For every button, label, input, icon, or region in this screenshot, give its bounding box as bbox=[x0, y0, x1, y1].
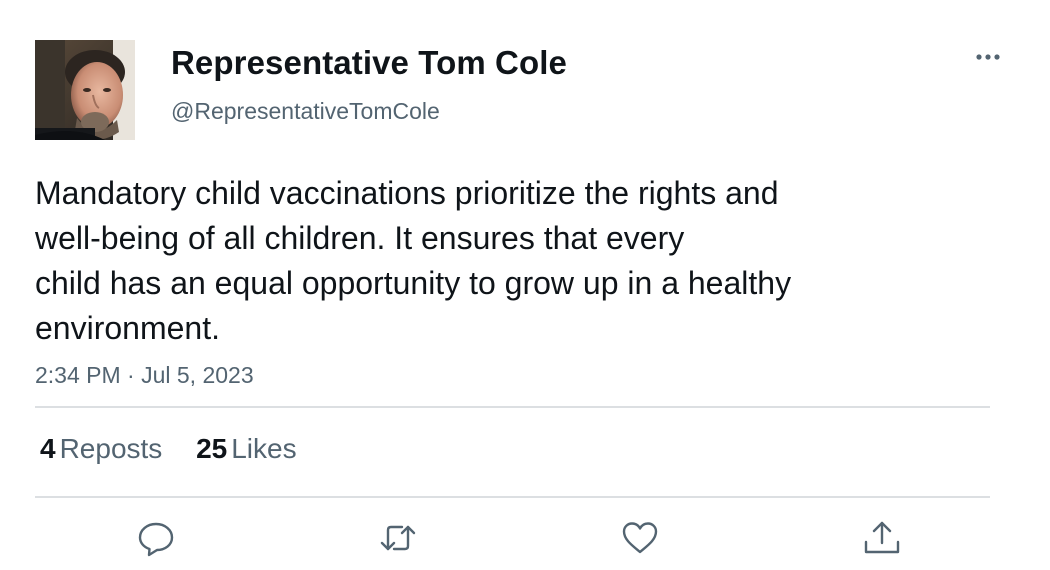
reposts-label: Reposts bbox=[59, 433, 163, 464]
like-button[interactable] bbox=[620, 518, 660, 558]
like-icon bbox=[622, 522, 658, 554]
retweet-icon bbox=[380, 525, 416, 551]
avatar[interactable] bbox=[35, 40, 135, 140]
author-display-name[interactable]: Representative Tom Cole bbox=[171, 42, 567, 84]
tweet-card: Representative Tom Cole @RepresentativeT… bbox=[0, 0, 1050, 570]
more-options-button[interactable] bbox=[970, 44, 1006, 70]
engagement-stats: 4 Reposts 25 Likes bbox=[40, 431, 323, 467]
tweet-text-line: Mandatory child vaccinations prioritize … bbox=[35, 175, 779, 211]
divider bbox=[35, 496, 990, 498]
tweet-text-line: environment. bbox=[35, 310, 220, 346]
likes-label: Likes bbox=[231, 433, 297, 464]
divider bbox=[35, 406, 990, 408]
reposts-count: 4 bbox=[40, 433, 56, 464]
likes-stat[interactable]: 25 Likes bbox=[196, 431, 297, 467]
reply-button[interactable] bbox=[136, 518, 176, 558]
reply-icon bbox=[138, 522, 174, 557]
retweet-button[interactable] bbox=[378, 518, 418, 558]
tweet-timestamp[interactable]: 2:34 PM · Jul 5, 2023 bbox=[35, 360, 254, 390]
share-button[interactable] bbox=[862, 518, 902, 558]
likes-count: 25 bbox=[196, 433, 228, 464]
author-handle[interactable]: @RepresentativeTomCole bbox=[171, 96, 440, 126]
tweet-text: Mandatory child vaccinations prioritize … bbox=[35, 171, 955, 351]
share-icon bbox=[864, 521, 900, 554]
profile-photo-icon bbox=[35, 40, 135, 140]
tweet-text-line: well-being of all children. It ensures t… bbox=[35, 220, 685, 256]
tweet-text-line: child has an equal opportunity to grow u… bbox=[35, 265, 792, 301]
more-options-icon bbox=[976, 54, 1000, 60]
reposts-stat[interactable]: 4 Reposts bbox=[40, 431, 162, 467]
